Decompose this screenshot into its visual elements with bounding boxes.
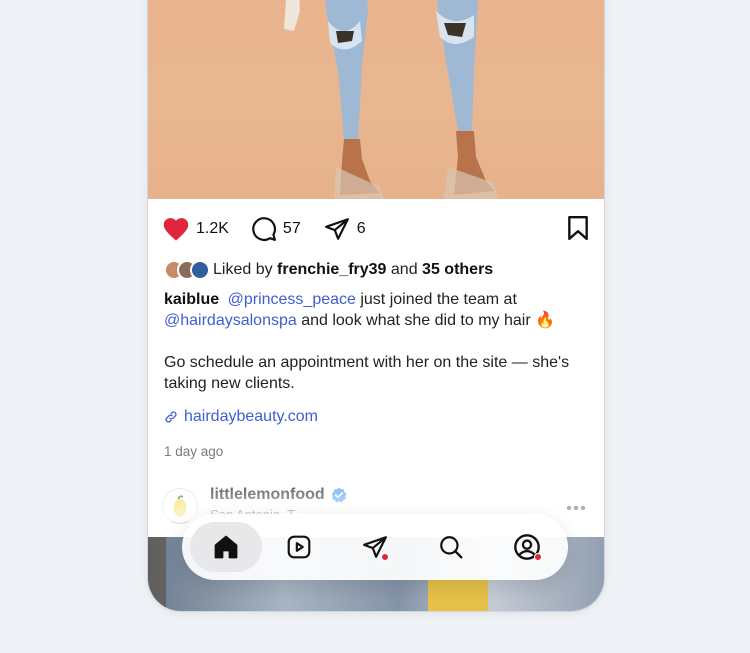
more-icon[interactable] xyxy=(566,505,586,511)
caption-username[interactable]: kaiblue xyxy=(164,291,219,308)
share-count: 6 xyxy=(356,220,366,237)
caption-paragraph: Go schedule an appointment with her on t… xyxy=(164,354,570,392)
nav-search[interactable] xyxy=(428,524,474,570)
home-icon[interactable] xyxy=(212,533,240,561)
post-actions: 1.2K 57 6 xyxy=(162,215,590,243)
comment-action[interactable]: 57 xyxy=(251,216,301,242)
website-link[interactable]: hairdaybeauty.com xyxy=(164,408,318,426)
nav-messages[interactable] xyxy=(352,524,398,570)
mention-link[interactable]: @hairdaysalonspa xyxy=(164,312,297,329)
next-post-username[interactable]: littlelemonfood xyxy=(210,486,347,504)
liked-by: Liked by frenchie_fry39 and 35 others xyxy=(164,260,493,280)
search-icon[interactable] xyxy=(438,534,464,560)
liked-by-mid: and xyxy=(390,261,418,278)
liked-by-prefix: Liked by xyxy=(213,261,273,278)
like-action[interactable]: 1.2K xyxy=(162,216,229,242)
comment-count: 57 xyxy=(282,220,301,237)
share-action[interactable]: 6 xyxy=(323,216,366,242)
avatar[interactable] xyxy=(190,260,210,280)
caption-text: just joined the team at xyxy=(355,291,517,308)
nav-home[interactable] xyxy=(190,522,262,572)
bookmark-button[interactable] xyxy=(566,215,590,246)
verified-icon xyxy=(331,487,346,503)
link-icon xyxy=(165,411,177,423)
link-text[interactable]: hairdaybeauty.com xyxy=(184,408,318,426)
post-caption: kaiblue @princess_peace just joined the … xyxy=(164,289,584,331)
nav-profile[interactable] xyxy=(504,524,550,570)
lemon-icon xyxy=(173,495,187,517)
username-text[interactable]: littlelemonfood xyxy=(210,486,325,504)
share-icon[interactable] xyxy=(323,216,351,242)
bottom-nav xyxy=(182,514,568,580)
liked-by-others[interactable]: 35 others xyxy=(422,261,493,279)
reels-icon[interactable] xyxy=(286,534,312,560)
notification-dot xyxy=(381,553,389,561)
like-count: 1.2K xyxy=(196,220,229,237)
bookmark-icon[interactable] xyxy=(566,215,590,241)
heart-icon[interactable] xyxy=(162,216,190,242)
avatar[interactable] xyxy=(162,488,198,524)
liked-by-user[interactable]: frenchie_fry39 xyxy=(277,261,386,279)
more-button[interactable] xyxy=(566,498,586,516)
caption-text: and look what she did to my hair 🔥 xyxy=(296,312,556,329)
comment-icon[interactable] xyxy=(251,216,277,242)
liker-avatars[interactable] xyxy=(164,260,210,280)
nav-reels[interactable] xyxy=(276,524,322,570)
post-timestamp: 1 day ago xyxy=(164,444,224,459)
notification-dot xyxy=(534,553,542,561)
mention-link[interactable]: @princess_peace xyxy=(228,291,356,308)
post-image[interactable] xyxy=(148,0,604,199)
